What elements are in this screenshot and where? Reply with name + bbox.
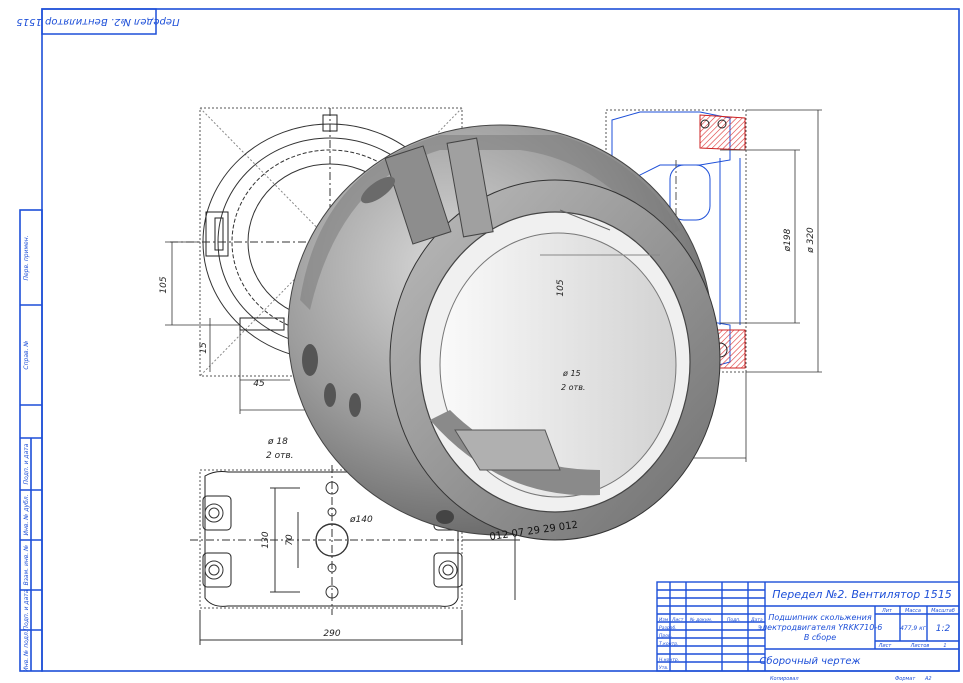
- dim-70: 70: [285, 534, 295, 546]
- top-stamp: Передел №2. Вентилятор 1515: [16, 8, 180, 35]
- dim-15-center: ø 15: [562, 369, 581, 378]
- dim-140: ø140: [349, 515, 373, 525]
- svg-text:Взам. инв. №: Взам. инв. №: [23, 545, 30, 586]
- svg-text:Разраб.: Разраб.: [659, 625, 677, 631]
- svg-text:Перв. примен.: Перв. примен.: [23, 235, 30, 280]
- copied-label: Копировал: [770, 676, 799, 682]
- title-header: Передел №2. Вентилятор 1515: [772, 588, 951, 601]
- svg-text:Подп.: Подп.: [727, 617, 741, 623]
- assembly-drawing-sheet: Передел №2. Вентилятор 1515 Перв. примен…: [16, 8, 960, 682]
- dim-105-left: 105: [159, 276, 169, 293]
- dim-290: 290: [323, 629, 340, 639]
- dim-45: 45: [253, 379, 265, 389]
- svg-text:Т.контр.: Т.контр.: [659, 641, 679, 647]
- bearing-3d-render: 012 07 29 29 012: [287, 124, 721, 543]
- col-mass: Масса: [905, 608, 921, 614]
- svg-text:Инв. № подл.: Инв. № подл.: [23, 630, 30, 671]
- format-label: Формат: [895, 676, 916, 682]
- svg-text:Подп. и дата: Подп. и дата: [23, 443, 30, 484]
- svg-text:Утв.: Утв.: [659, 665, 668, 671]
- svg-text:Пров.: Пров.: [659, 633, 672, 639]
- sheet-label: Лист: [878, 643, 893, 649]
- dim-105-center: 105: [556, 279, 566, 296]
- format-value: А2: [924, 676, 932, 682]
- dim-130: 130: [261, 531, 271, 548]
- part-name-line1: Подшипник скольжения: [768, 613, 872, 622]
- dim-2-holes: 2 отв.: [266, 451, 294, 461]
- scale-value: 1:2: [936, 624, 951, 634]
- dim-198: ø198: [783, 228, 793, 252]
- svg-text:Дата: Дата: [750, 617, 763, 623]
- col-lit: Лит: [881, 608, 893, 614]
- part-name-line2: электродвигателя YRKK710-6: [758, 623, 883, 632]
- svg-text:Н.контр.: Н.контр.: [659, 657, 679, 663]
- sheets-value: 1: [943, 643, 946, 649]
- dim-15: 15: [199, 342, 209, 354]
- col-scale: Масштаб: [931, 608, 955, 614]
- top-stamp-text: Передел №2. Вентилятор 1515: [16, 16, 179, 27]
- doc-type: Сборочный чертеж: [759, 655, 860, 667]
- dim-320: ø 320: [806, 227, 816, 254]
- svg-text:Изм: Изм: [659, 617, 669, 623]
- dim-2-holes-center: 2 отв.: [561, 383, 585, 392]
- side-labels: Перв. примен. Справ. № Подп. и дата Инв.…: [23, 235, 30, 671]
- dim-18: ø 18: [267, 437, 288, 447]
- mass-value: 477,9 кг: [900, 625, 927, 632]
- svg-text:Подп. и дата: Подп. и дата: [23, 589, 30, 630]
- sheets-label: Листов: [910, 643, 930, 649]
- part-name-line3: В сборе: [804, 633, 836, 642]
- svg-text:Инв. № дубл.: Инв. № дубл.: [23, 494, 30, 535]
- svg-text:Справ. №: Справ. №: [23, 340, 30, 369]
- svg-text:№ докум.: № докум.: [689, 617, 712, 623]
- svg-text:Лист: Лист: [671, 617, 684, 623]
